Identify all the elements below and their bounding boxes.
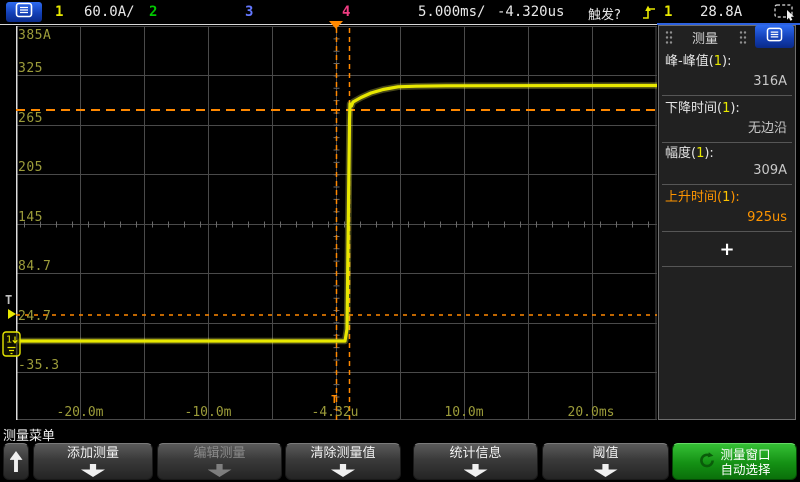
panel-menu-button[interactable] (755, 25, 794, 48)
softkey-statistics[interactable]: 统计信息 (413, 443, 538, 480)
y-axis-label: 145 (18, 210, 43, 225)
y-axis-label: 325 (18, 61, 43, 76)
channel-1-ground-marker-icon[interactable]: 1 (2, 331, 21, 361)
x-axis-label: 10.0m (444, 405, 483, 420)
softkey-menu-bar: 测量菜单 添加测量 编辑测量 清除测量值 统计信息 阈值 测量 (0, 422, 800, 482)
svg-text:1: 1 (6, 335, 12, 346)
y-axis-label: -35.3 (18, 358, 60, 373)
x-axis-label: -4.32u (312, 405, 359, 420)
measurement-label: 下降时间(1): (665, 100, 789, 117)
cycle-arrow-icon (698, 451, 716, 473)
measurement-label: 峰-峰值(1): (665, 53, 789, 70)
x-axis-label: -20.0m (57, 405, 104, 420)
trigger-time-marker-icon[interactable] (329, 21, 343, 29)
trigger-status-label: 触发? (588, 4, 621, 23)
trigger-source-badge: 1 (664, 4, 672, 20)
waveform-display[interactable] (16, 26, 657, 420)
channel-1-badge[interactable]: 1 (55, 4, 63, 20)
y-axis-label: 385A (18, 28, 51, 43)
y-axis-label: 24.7 (18, 309, 51, 324)
softkey-edit-measurement: 编辑测量 (157, 443, 282, 480)
timebase-readout[interactable]: 5.000ms/ (418, 4, 485, 20)
softkey-thresholds[interactable]: 阈值 (542, 443, 669, 480)
channel-2-badge[interactable]: 2 (149, 4, 157, 20)
measurement-panel-header[interactable]: 测量 (659, 26, 795, 49)
trigger-level-marker-icon[interactable] (8, 309, 16, 319)
measurement-row-rise-time[interactable]: 上升时间(1): 925us (662, 185, 792, 232)
measurement-row-peak-peak[interactable]: 峰-峰值(1): 316A (662, 49, 792, 96)
top-status-bar: 1 60.0A/ 2 3 4 5.000ms/ -4.320us 触发? 1 2… (0, 0, 800, 24)
down-arrow-icon (464, 464, 488, 477)
channel-3-badge[interactable]: 3 (245, 4, 253, 20)
down-arrow-icon (331, 464, 355, 477)
channel-1-scale[interactable]: 60.0A/ (84, 4, 135, 20)
add-measurement-button[interactable]: + (662, 232, 792, 267)
main-menu-button[interactable] (6, 2, 42, 22)
x-axis-label: 20.0ms (568, 405, 615, 420)
down-arrow-icon (208, 464, 232, 477)
measurement-row-fall-time[interactable]: 下降时间(1): 无边沿 (662, 96, 792, 143)
panel-title: 测量 (659, 28, 751, 47)
y-axis-label: 265 (18, 111, 43, 126)
hamburger-menu-icon (15, 2, 33, 22)
drag-handle-icon[interactable] (739, 30, 747, 49)
measurement-label: 幅度(1): (665, 145, 789, 162)
y-axis-label: 205 (18, 160, 43, 175)
measurement-row-amplitude[interactable]: 幅度(1): 309A (662, 143, 792, 185)
y-axis-label: 84.7 (18, 259, 51, 274)
measurement-panel: 测量 峰-峰值(1): 316A 下降时间(1): 无边沿 幅度(1): 309… (658, 25, 796, 420)
softkey-add-measurement[interactable]: 添加测量 (33, 443, 153, 480)
softkey-measurement-window[interactable]: 测量窗口自动选择 (672, 443, 797, 480)
softkey-clear-measurements[interactable]: 清除测量值 (285, 443, 401, 480)
region-select-icon[interactable] (774, 4, 797, 25)
measurement-value: 309A (665, 162, 789, 179)
hamburger-menu-icon (766, 27, 783, 46)
measurement-value: 925us (665, 206, 789, 226)
delay-readout[interactable]: -4.320us (497, 4, 564, 20)
trigger-level-readout[interactable]: 28.8A (700, 4, 742, 20)
up-arrow-icon (10, 451, 23, 472)
rising-edge-trigger-icon (642, 3, 656, 25)
channel-4-badge[interactable]: 4 (342, 4, 350, 20)
measurement-label: 上升时间(1): (665, 189, 789, 206)
down-arrow-icon (81, 464, 105, 477)
measurement-value: 无边沿 (665, 117, 789, 137)
trigger-level-t-label: T (5, 293, 12, 307)
down-arrow-icon (594, 464, 618, 477)
measurement-value: 316A (665, 70, 789, 90)
oscilloscope-screen: 1 60.0A/ 2 3 4 5.000ms/ -4.320us 触发? 1 2… (0, 0, 800, 482)
back-button[interactable] (3, 443, 29, 480)
trigger-time-t-label: T (331, 393, 338, 406)
menu-title: 测量菜单 (3, 425, 55, 444)
x-axis-label: -10.0m (185, 405, 232, 420)
